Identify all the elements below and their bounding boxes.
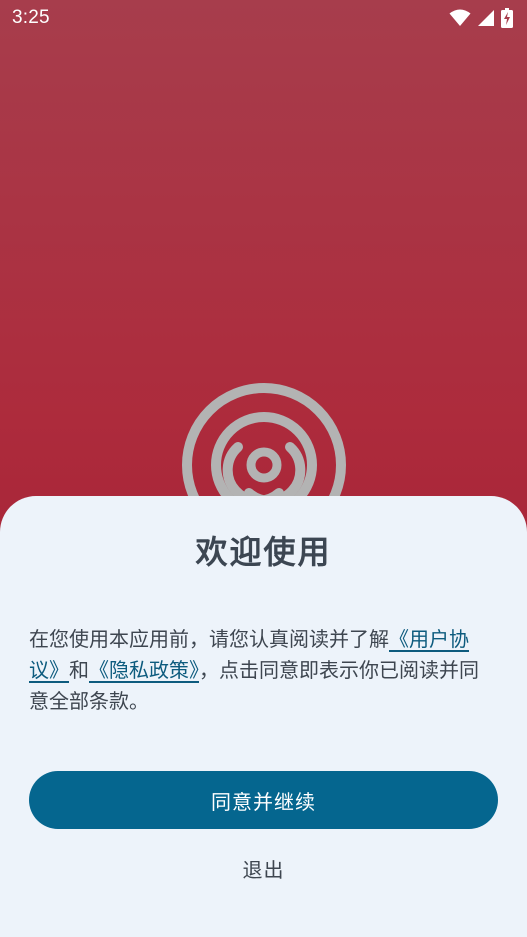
exit-button[interactable]: 退出 — [0, 854, 527, 883]
message-prefix-text: 在您使用本应用前，请您认真阅读并了解 — [29, 627, 389, 651]
agree-and-continue-button[interactable]: 同意并继续 — [29, 771, 498, 829]
cell-signal-icon — [477, 9, 495, 27]
battery-charging-icon — [501, 8, 513, 28]
app-screen: 3:25 欢迎使用 在您使用本应用前，请您认真阅读并了解《用户协议》和《隐私政策… — [0, 0, 527, 937]
and-text: 和 — [69, 658, 89, 682]
privacy-policy-link[interactable]: 《隐私政策》 — [89, 658, 199, 682]
status-bar: 3:25 — [0, 0, 527, 36]
status-time: 3:25 — [12, 7, 50, 28]
wifi-icon — [449, 9, 471, 27]
dialog-message: 在您使用本应用前，请您认真阅读并了解《用户协议》和《隐私政策》，点击同意即表示你… — [29, 624, 497, 717]
dialog-title: 欢迎使用 — [195, 533, 332, 571]
welcome-dialog: 欢迎使用 在您使用本应用前，请您认真阅读并了解《用户协议》和《隐私政策》，点击同… — [0, 496, 527, 937]
status-icons — [449, 8, 513, 28]
